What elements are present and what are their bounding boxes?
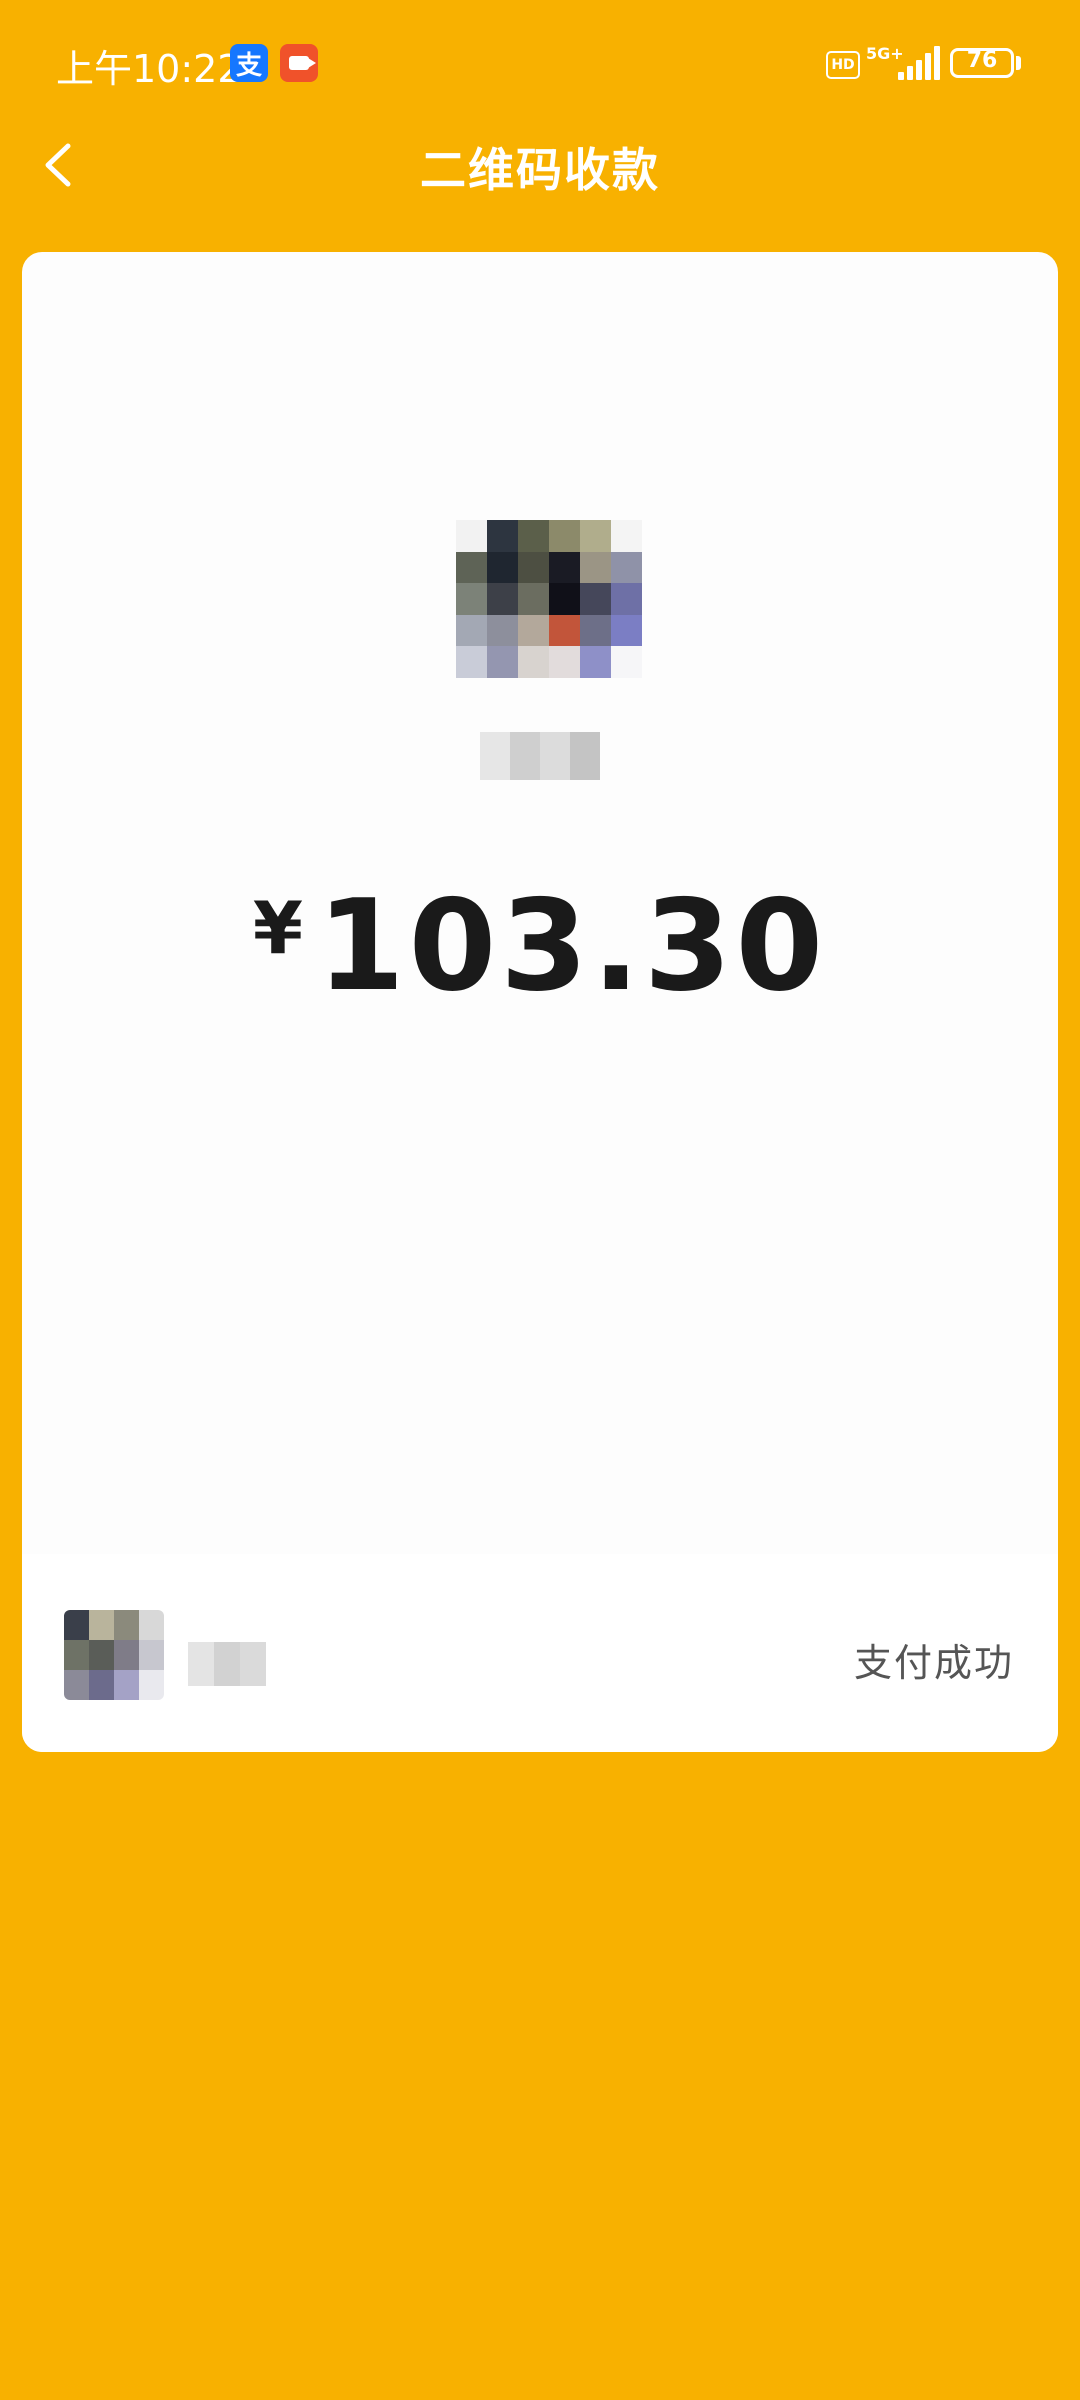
payer-avatar xyxy=(456,520,642,678)
currency-symbol: ¥ xyxy=(252,886,303,970)
payment-record-row[interactable]: 支付成功 xyxy=(22,1554,1058,1752)
merchant-avatar xyxy=(64,1610,164,1700)
payer-name-redacted xyxy=(480,732,600,780)
page-title: 二维码收款 xyxy=(420,143,660,197)
status-time: 上午10:22 xyxy=(56,47,242,91)
payment-status: 支付成功 xyxy=(853,1641,1014,1685)
signal-icon xyxy=(898,44,940,80)
status-bar: 上午10:22 支 HD 5G+ 76 xyxy=(0,0,1080,130)
battery-icon: 76 xyxy=(950,48,1014,78)
merchant-name-redacted xyxy=(188,1642,266,1686)
payment-amount: ¥103.30 xyxy=(22,872,1058,1019)
battery-level: 76 xyxy=(966,48,998,73)
payment-card: ¥103.30 支付成功 xyxy=(22,252,1058,1752)
video-record-icon xyxy=(280,44,318,82)
amount-value: 103.30 xyxy=(316,872,828,1019)
battery-tip xyxy=(1016,56,1021,70)
alipay-icon: 支 xyxy=(230,44,268,82)
hd-badge: HD xyxy=(826,51,860,79)
